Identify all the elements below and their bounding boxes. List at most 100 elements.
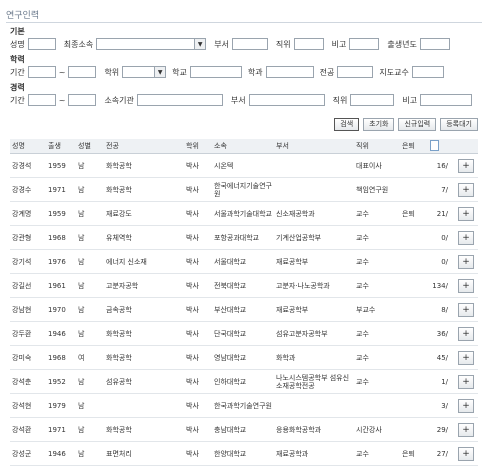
name-cell: 강남현 <box>10 297 46 322</box>
dept-cell: 응용화학공학과 <box>274 417 354 442</box>
advisor-input[interactable] <box>411 66 444 78</box>
header-name: 성명 <box>10 139 46 154</box>
add-button[interactable]: + <box>458 398 474 413</box>
add-cell: + <box>452 321 478 346</box>
table-row[interactable]: 강성군 1946 남 표면처리 박사 한양대학교 재료공학과 교수 은퇴 27/ + <box>10 441 478 466</box>
search-button[interactable]: 검색 <box>334 118 360 131</box>
edu-period-end-input[interactable] <box>68 66 97 78</box>
add-button[interactable]: + <box>458 206 474 221</box>
table-row[interactable]: 강길선 1961 남 고분자공학 박사 전북대학교 고분자·나노공학과 교수 134/ + <box>10 273 478 298</box>
affiliation-cell: 서울과학기술대학교 <box>212 201 274 226</box>
add-button[interactable]: + <box>458 182 474 197</box>
add-button[interactable]: + <box>458 302 474 317</box>
birth-cell: 1979 <box>46 393 76 418</box>
add-button[interactable]: + <box>458 350 474 365</box>
name-input[interactable] <box>27 38 56 50</box>
count-cell: 0/ <box>428 249 452 274</box>
page-title: 연구인력 <box>6 8 482 23</box>
add-button[interactable]: + <box>458 254 474 269</box>
birth-cell: 1971 <box>46 417 76 442</box>
add-button[interactable]: + <box>458 446 474 461</box>
sex-cell: 남 <box>76 321 104 346</box>
affiliation-select[interactable]: ▼ <box>96 38 207 50</box>
position2-input[interactable] <box>350 94 395 106</box>
position-cell: 교수 <box>354 201 400 226</box>
add-button[interactable]: + <box>458 422 474 437</box>
count-cell: 45/ <box>428 345 452 370</box>
major-cell: 표면처리 <box>104 441 184 466</box>
add-button[interactable]: + <box>458 230 474 245</box>
sex-cell: 남 <box>76 417 104 442</box>
note-label: 비고 <box>331 39 347 49</box>
table-row[interactable]: 강석환 1971 남 화학공학 박사 충남대학교 응용화학공학과 시간강사 29/ + <box>10 417 478 442</box>
sex-cell: 남 <box>76 369 104 394</box>
name-cell: 강길선 <box>10 273 46 298</box>
sex-cell: 남 <box>76 393 104 418</box>
position-cell: 교수 <box>354 441 400 466</box>
table-row[interactable]: 강미숙 1968 여 화학공학 박사 영남대학교 화학과 교수 45/ + <box>10 345 478 370</box>
name-cell: 강계명 <box>10 201 46 226</box>
major-cell: 에너지 신소재 <box>104 249 184 274</box>
table-row[interactable]: 강관형 1968 남 유체역학 박사 포항공과대학교 기계산업공학부 교수 0/ + <box>10 225 478 250</box>
position-cell: 책임연구원 <box>354 177 400 202</box>
name-cell: 강성군 <box>10 441 46 466</box>
add-cell: + <box>452 153 478 178</box>
edu-period-start-input[interactable] <box>27 66 56 78</box>
affiliation-cell: 한국과학기술연구원 <box>212 393 274 418</box>
pending-registration-button[interactable]: 등록대기 <box>440 118 478 131</box>
reset-button[interactable]: 초기화 <box>363 118 395 131</box>
header-major: 전공 <box>104 139 184 154</box>
table-row[interactable]: 강기석 1976 남 에너지 신소재 박사 서울대학교 재료공학부 교수 0/ + <box>10 249 478 274</box>
note2-input[interactable] <box>420 94 473 106</box>
table-row[interactable]: 강남현 1970 남 금속공학 박사 부산대학교 재료공학부 부교수 8/ + <box>10 297 478 322</box>
table-row[interactable]: 강두환 1946 남 화학공학 박사 단국대학교 섬유고분자공학부 교수 36/ + <box>10 321 478 346</box>
count-cell: 134/ <box>428 273 452 298</box>
degree-cell: 박사 <box>184 201 212 226</box>
name-cell: 강석환 <box>10 417 46 442</box>
dept-input[interactable] <box>231 38 268 50</box>
major-field-input[interactable] <box>265 66 314 78</box>
add-button[interactable]: + <box>458 374 474 389</box>
affiliation-cell: 서울대학교 <box>212 249 274 274</box>
career-period-tilde: ~ <box>58 95 66 105</box>
table-row[interactable]: 강석현 1979 남 박사 한국과학기술연구원 3/ + <box>10 393 478 418</box>
name-cell: 강관형 <box>10 225 46 250</box>
school-input[interactable] <box>189 66 242 78</box>
degree-select[interactable]: ▼ <box>122 66 167 78</box>
table-row[interactable]: 강경석 1959 남 화학공학 박사 시온텍 대표이사 16/ + <box>10 153 478 178</box>
position-cell: 교수 <box>354 345 400 370</box>
position-cell: 부교수 <box>354 297 400 322</box>
header-sex: 성별 <box>76 139 104 154</box>
table-row[interactable]: 강계명 1959 남 재료강도 박사 서울과학기술대학교 신소재공학과 교수 은퇴 21/ + <box>10 201 478 226</box>
name-cell: 강석현 <box>10 393 46 418</box>
name-cell: 강경석 <box>10 153 46 178</box>
birth-year-input[interactable] <box>419 38 450 50</box>
sex-cell: 남 <box>76 201 104 226</box>
chevron-down-icon: ▼ <box>154 67 166 77</box>
count-cell: 16/ <box>428 153 452 178</box>
position-cell: 대표이사 <box>354 153 400 178</box>
new-entry-button[interactable]: 신규입력 <box>398 118 437 131</box>
position-input[interactable] <box>293 38 324 50</box>
degree-cell: 박사 <box>184 297 212 322</box>
note-input[interactable] <box>349 38 380 50</box>
name-cell: 강두환 <box>10 321 46 346</box>
dept2-input[interactable] <box>248 94 325 106</box>
career-period-start-input[interactable] <box>27 94 56 106</box>
dept-label: 부서 <box>214 39 229 49</box>
specialty-input[interactable] <box>337 66 374 78</box>
org-input[interactable] <box>136 94 223 106</box>
add-button[interactable]: + <box>458 158 474 173</box>
add-button[interactable]: + <box>458 278 474 293</box>
add-button[interactable]: + <box>458 326 474 341</box>
career-period-end-input[interactable] <box>68 94 97 106</box>
search-form: 기본 성명 최종소속 ▼ 부서 직위 비고 출생년도 학력 기간 ~ 학위 ▼ … <box>10 26 480 107</box>
birth-cell: 1961 <box>46 273 76 298</box>
major-cell: 재료강도 <box>104 201 184 226</box>
table-row[interactable]: 강석춘 1952 남 섬유공학 박사 인하대학교 나노시스템공학부 섬유신소재공학전공 교수 1… <box>10 369 478 394</box>
add-cell: + <box>452 345 478 370</box>
position-cell: 교수 <box>354 369 400 394</box>
table-row[interactable]: 강경수 1971 남 화학공학 박사 한국에너지기술연구원 책임연구원 7/ + <box>10 177 478 202</box>
retired-cell: 은퇴 <box>400 441 428 466</box>
table-header-row: 성명 출생 성별 전공 학위 소속 부서 직위 은퇴 <box>10 139 478 154</box>
